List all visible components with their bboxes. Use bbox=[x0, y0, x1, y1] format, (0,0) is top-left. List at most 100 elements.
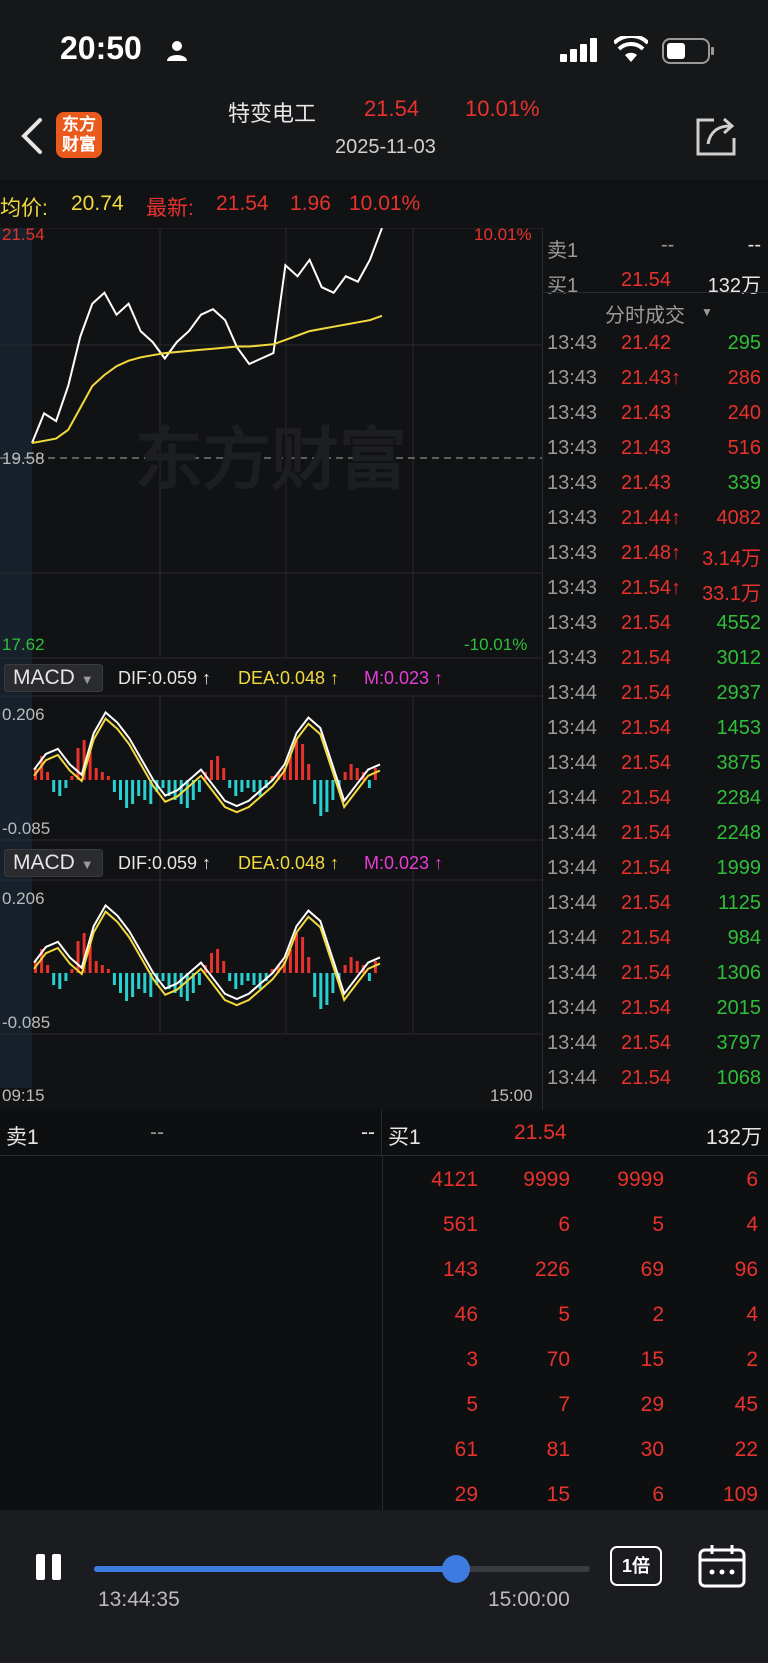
tick-time: 13:43 bbox=[547, 472, 598, 494]
macd-bar bbox=[125, 780, 129, 808]
wifi-icon bbox=[614, 36, 648, 62]
stock-price: 21.54 bbox=[364, 96, 420, 121]
signal-icon bbox=[560, 38, 597, 62]
latest-price: 21.54 bbox=[216, 192, 269, 215]
ob-sell-label: 卖1 bbox=[6, 1126, 39, 1149]
trade-detail-dropdown[interactable]: 分时成交 ▼ bbox=[543, 292, 768, 327]
macd-bar bbox=[185, 780, 189, 808]
macd-bar bbox=[240, 973, 244, 985]
tick-price: 21.54 bbox=[621, 752, 672, 774]
tick-price: 21.43 bbox=[621, 472, 672, 494]
tick-price: 21.54 bbox=[621, 717, 672, 739]
ob-queue-cell: 2 bbox=[652, 1303, 664, 1326]
macd-bar bbox=[58, 780, 62, 796]
calendar-icon[interactable] bbox=[698, 1544, 746, 1588]
tick-time: 13:44 bbox=[547, 962, 598, 984]
speed-button[interactable]: 1倍 bbox=[610, 1546, 662, 1586]
macd-bar bbox=[240, 780, 244, 792]
avg-value: 20.74 bbox=[71, 192, 124, 215]
tick-row: 13:44 21.54 1068 bbox=[543, 1061, 768, 1096]
tick-row: 13:43 21.54 3012 bbox=[543, 641, 768, 676]
end-time: 15:00:00 bbox=[488, 1588, 570, 1611]
macd2-selector[interactable]: MACD ▼ bbox=[4, 849, 103, 877]
tick-row: 13:44 21.54 2284 bbox=[543, 781, 768, 816]
ob-queue-cell: 6 bbox=[558, 1213, 570, 1236]
ob-queue-cell: 46 bbox=[454, 1303, 478, 1326]
tick-time: 13:44 bbox=[547, 787, 598, 809]
latest-change: 1.96 bbox=[290, 192, 331, 215]
y-min-label: 17.62 bbox=[2, 635, 45, 654]
macd2-dif: DIF:0.059 ↑ bbox=[118, 853, 212, 873]
intraday-chart[interactable]: 东方财富 21.54 10.01% 19.58 17.62 -10.01% 0.… bbox=[0, 225, 542, 1110]
macd-bar bbox=[100, 965, 104, 973]
order-book: 卖1 -- -- 买1 21.54 132万 4121 9999 9999 6 561 6… bbox=[0, 1110, 768, 1510]
x-start-label: 09:15 bbox=[2, 1086, 45, 1105]
chevron-down-icon: ▼ bbox=[80, 672, 94, 687]
tick-price: 21.54 bbox=[621, 892, 672, 914]
macd1-selector[interactable]: MACD ▼ bbox=[4, 664, 103, 692]
macd2-bottom: -0.085 bbox=[2, 1013, 50, 1032]
tick-price: 21.54 bbox=[621, 612, 672, 634]
macd-bar bbox=[307, 957, 311, 973]
tick-price: 21.54 bbox=[621, 927, 672, 949]
macd-bar bbox=[349, 764, 353, 780]
macd-bar bbox=[319, 973, 323, 1009]
pause-icon[interactable] bbox=[34, 1552, 64, 1582]
tick-row: 13:44 21.54 1125 bbox=[543, 886, 768, 921]
ob-queue-cell: 15 bbox=[546, 1483, 570, 1506]
tick-volume: 1306 bbox=[716, 962, 762, 984]
tick-price: 21.48↑ bbox=[621, 542, 682, 564]
macd1-top: 0.206 bbox=[2, 705, 45, 724]
tick-time: 13:44 bbox=[547, 892, 598, 914]
macd-bar bbox=[295, 740, 298, 780]
ob-queue-cell: 70 bbox=[546, 1348, 570, 1371]
tick-price: 21.54 bbox=[621, 682, 672, 704]
ob-sell-header: 卖1 -- -- bbox=[0, 1110, 382, 1156]
macd-bar bbox=[119, 780, 122, 800]
tick-price: 21.43 bbox=[621, 437, 672, 459]
macd-bar bbox=[216, 949, 220, 973]
tick-volume: 240 bbox=[727, 402, 761, 424]
macd-bar bbox=[325, 780, 329, 812]
macd1-bottom: -0.085 bbox=[2, 819, 50, 838]
battery-icon bbox=[662, 38, 714, 64]
ob-queue-cell: 226 bbox=[534, 1258, 570, 1281]
progress-knob[interactable] bbox=[442, 1555, 471, 1583]
macd-bar bbox=[64, 973, 68, 981]
macd2-header: MACD ▼ DIF:0.059 ↑ DEA:0.048 ↑ M:0.023 ↑ bbox=[4, 849, 542, 879]
macd-bar bbox=[295, 933, 298, 973]
tick-time: 13:44 bbox=[547, 682, 598, 704]
macd-bar bbox=[131, 973, 135, 997]
tick-volume: 4082 bbox=[716, 507, 762, 529]
progress-track[interactable] bbox=[94, 1555, 590, 1583]
ob-queue-cell: 109 bbox=[722, 1483, 758, 1506]
watermark: 东方财富 bbox=[135, 422, 407, 498]
tick-row: 13:43 21.43 516 bbox=[543, 431, 768, 466]
share-icon[interactable] bbox=[694, 114, 738, 158]
ob-queue-cell: 5 bbox=[558, 1303, 570, 1326]
tick-row: 13:44 21.54 2248 bbox=[543, 816, 768, 851]
macd-bar bbox=[331, 780, 335, 800]
macd-bar bbox=[161, 973, 165, 981]
trade-date: 2025-11-03 bbox=[335, 136, 436, 158]
macd-bar bbox=[343, 965, 347, 973]
y-max-label: 21.54 bbox=[2, 228, 45, 244]
tick-time: 13:44 bbox=[547, 717, 598, 739]
macd-bar bbox=[331, 973, 335, 993]
macd-bar bbox=[234, 973, 238, 989]
ob-queue-cell: 6 bbox=[652, 1483, 664, 1506]
tick-volume: 286 bbox=[727, 367, 761, 389]
macd-bar bbox=[143, 973, 147, 993]
tick-price: 21.54↑ bbox=[621, 577, 682, 599]
tick-row: 13:43 21.43 339 bbox=[543, 466, 768, 501]
tick-time: 13:43 bbox=[547, 332, 598, 354]
ob-queue-cell: 15 bbox=[640, 1348, 664, 1371]
tick-row: 13:44 21.54 2937 bbox=[543, 676, 768, 711]
tick-time: 13:43 bbox=[547, 367, 598, 389]
ob-queue-cell: 9999 bbox=[523, 1168, 570, 1191]
avg-label: 均价: bbox=[0, 197, 48, 220]
tick-price: 21.54 bbox=[621, 647, 672, 669]
macd-bar bbox=[367, 973, 371, 981]
macd-bar bbox=[112, 973, 116, 985]
back-arrow-icon[interactable] bbox=[18, 116, 48, 156]
